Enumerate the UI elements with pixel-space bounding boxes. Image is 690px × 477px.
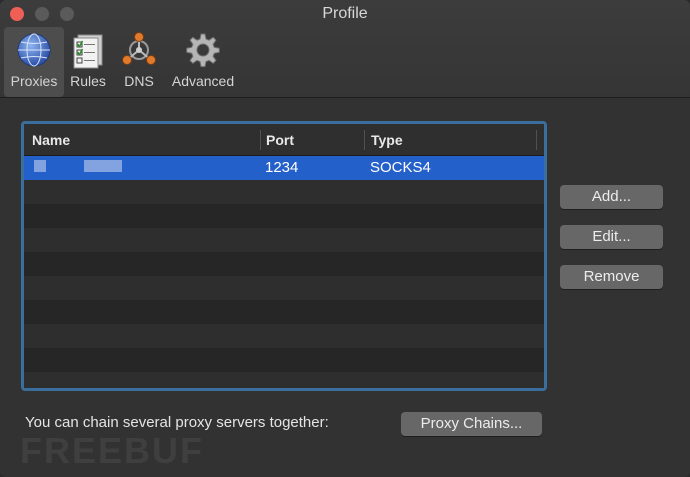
window-title: Profile <box>322 5 368 22</box>
empty-table-row <box>24 300 544 324</box>
redacted-name-block <box>34 160 46 172</box>
proxy-port-cell: 1234 <box>265 159 299 176</box>
table-header: Name Port Type <box>24 124 544 156</box>
toolbar-tab-label: Proxies <box>10 73 58 89</box>
globe-icon <box>17 33 51 67</box>
watermark-logo: FREEBUF <box>20 430 204 471</box>
profile-window: Profile Proxies Rules DNS Advanced Name … <box>0 0 690 477</box>
toolbar-tab-advanced[interactable]: Advanced <box>168 27 238 97</box>
dns-network-icon <box>122 32 156 65</box>
toolbar-tab-proxies[interactable]: Proxies <box>4 27 64 97</box>
toolbar-tab-dns[interactable]: DNS <box>117 27 161 97</box>
column-divider <box>260 130 261 150</box>
empty-table-row <box>24 180 544 204</box>
column-divider <box>536 130 537 150</box>
empty-table-row <box>24 276 544 300</box>
proxy-chains-button[interactable]: Proxy Chains... <box>401 412 542 436</box>
proxies-table[interactable]: Name Port Type 1234 SOCKS4 <box>21 121 547 391</box>
empty-table-row <box>24 252 544 276</box>
add-proxy-button[interactable]: Add... <box>560 185 663 209</box>
title-bar: Profile Proxies Rules DNS Advanced <box>0 0 690 98</box>
empty-table-row <box>24 324 544 348</box>
column-header-port[interactable]: Port <box>266 132 294 148</box>
table-row[interactable]: 1234 SOCKS4 <box>24 156 544 180</box>
toolbar-tab-rules[interactable]: Rules <box>66 27 110 97</box>
toolbar-tab-label: Rules <box>70 73 106 89</box>
rules-checklist-icon <box>73 34 103 69</box>
toolbar-tab-label: Advanced <box>171 73 235 89</box>
empty-table-row <box>24 348 544 372</box>
gear-icon <box>186 33 220 68</box>
empty-table-row <box>24 372 544 388</box>
column-header-name[interactable]: Name <box>32 132 70 148</box>
column-divider <box>364 130 365 150</box>
empty-table-row <box>24 228 544 252</box>
toolbar-tab-label: DNS <box>124 73 154 89</box>
remove-proxy-button[interactable]: Remove <box>560 265 663 289</box>
column-header-type[interactable]: Type <box>371 132 403 148</box>
edit-proxy-button[interactable]: Edit... <box>560 225 663 249</box>
empty-table-row <box>24 204 544 228</box>
redacted-name-block <box>84 160 122 172</box>
proxy-chain-hint: You can chain several proxy servers toge… <box>25 414 329 431</box>
proxy-type-cell: SOCKS4 <box>370 159 431 176</box>
